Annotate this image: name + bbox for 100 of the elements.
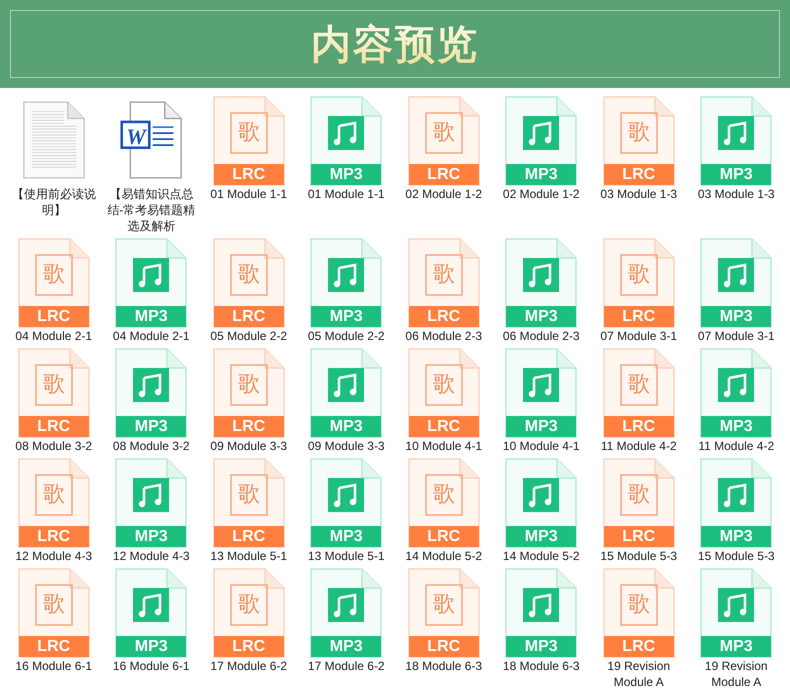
audio-file-icon[interactable]	[700, 458, 772, 548]
lyrics-file-icon[interactable]	[18, 568, 90, 658]
lyrics-glyph: 歌	[628, 483, 650, 505]
lyrics-file-icon[interactable]	[212, 568, 285, 658]
audio-file-icon[interactable]	[115, 568, 188, 658]
lyrics-file-icon[interactable]	[602, 568, 675, 658]
audio-file-icon[interactable]	[310, 568, 382, 658]
audio-file-icon[interactable]	[505, 568, 578, 658]
file-name: 16 Module 6-1	[14, 658, 94, 674]
lyrics-file-icon[interactable]	[408, 568, 480, 658]
file-type-label: MP3	[330, 308, 363, 326]
file-type-label: LRC	[622, 638, 656, 656]
lyrics-file-icon[interactable]	[602, 238, 675, 328]
lyrics-glyph: 歌	[432, 593, 455, 615]
file-type-label: MP3	[720, 418, 753, 436]
lyrics-file-icon[interactable]	[212, 96, 285, 186]
file-type-label: MP3	[524, 528, 558, 546]
file-type-label: MP3	[330, 418, 363, 436]
lyrics-glyph: 歌	[42, 593, 65, 615]
file-type-label: LRC	[37, 638, 70, 656]
file-type-label: MP3	[524, 418, 558, 436]
file-type-label: LRC	[622, 166, 656, 184]
lyrics-file-icon[interactable]	[602, 96, 675, 186]
lyrics-glyph: 歌	[432, 373, 455, 395]
lyrics-glyph: 歌	[238, 263, 260, 285]
file-type-label: LRC	[427, 308, 460, 326]
lyrics-file-icon[interactable]	[18, 458, 90, 548]
lyrics-file-icon[interactable]	[408, 348, 480, 438]
file-name: 06 Module 2-3	[404, 328, 484, 344]
audio-file-icon[interactable]	[115, 348, 188, 438]
text-file-icon[interactable]	[22, 100, 85, 180]
word-glyph: W	[126, 126, 146, 148]
file-type-label: LRC	[232, 308, 266, 326]
file-name: 03 Module 1-3	[599, 186, 678, 202]
lyrics-file-icon[interactable]	[212, 348, 285, 438]
file-name: 01 Module 1-1	[306, 186, 386, 202]
lyrics-file-icon[interactable]	[408, 96, 480, 186]
file-name: 03 Module 1-3	[696, 186, 776, 202]
audio-file-icon[interactable]	[310, 348, 382, 438]
audio-file-icon[interactable]	[505, 238, 578, 328]
file-type-label: LRC	[232, 638, 266, 656]
file-name: 【使用前必读说明】	[10, 186, 97, 218]
lyrics-glyph: 歌	[432, 483, 455, 505]
lyrics-glyph: 歌	[432, 121, 455, 143]
audio-file-icon[interactable]	[115, 238, 188, 328]
file-type-label: LRC	[232, 166, 266, 184]
audio-file-icon[interactable]	[115, 458, 188, 548]
file-name: 12 Module 4-3	[14, 548, 94, 564]
file-name: 17 Module 6-2	[209, 658, 288, 674]
file-name: 09 Module 3-3	[209, 438, 288, 454]
lyrics-file-icon[interactable]	[408, 238, 480, 328]
file-type-label: MP3	[330, 638, 363, 656]
document-file-icon[interactable]	[120, 100, 182, 180]
lyrics-file-icon[interactable]	[18, 238, 90, 328]
file-type-label: LRC	[622, 308, 656, 326]
lyrics-file-icon[interactable]	[212, 458, 285, 548]
file-type-label: MP3	[524, 166, 558, 184]
file-name: 18 Module 6-3	[404, 658, 484, 674]
lyrics-file-icon[interactable]	[408, 458, 480, 548]
audio-file-icon[interactable]	[700, 568, 772, 658]
file-name: 15 Module 5-3	[696, 548, 776, 564]
file-name: 08 Module 3-2	[14, 438, 94, 454]
file-type-label: LRC	[427, 166, 460, 184]
lyrics-glyph: 歌	[238, 483, 260, 505]
file-type-label: MP3	[524, 308, 558, 326]
file-name: 10 Module 4-1	[502, 438, 581, 454]
lyrics-glyph: 歌	[628, 263, 650, 285]
file-name: 02 Module 1-2	[404, 186, 484, 202]
file-name: 11 Module 4-2	[697, 438, 776, 454]
lyrics-file-icon[interactable]	[602, 458, 675, 548]
file-type-label: LRC	[622, 418, 656, 436]
audio-file-icon[interactable]	[700, 96, 772, 186]
file-name: 05 Module 2-2	[306, 328, 386, 344]
lyrics-glyph: 歌	[42, 373, 65, 395]
lyrics-glyph: 歌	[238, 593, 260, 615]
lyrics-glyph: 歌	[432, 263, 455, 285]
audio-file-icon[interactable]	[310, 458, 382, 548]
file-type-label: LRC	[232, 528, 266, 546]
lyrics-file-icon[interactable]	[212, 238, 285, 328]
file-type-label: MP3	[524, 638, 558, 656]
audio-file-icon[interactable]	[700, 238, 772, 328]
file-name: 13 Module 5-1	[209, 548, 288, 564]
audio-file-icon[interactable]	[310, 238, 382, 328]
file-name: 05 Module 2-2	[209, 328, 288, 344]
file-type-label: LRC	[37, 308, 70, 326]
file-name: 08 Module 3-2	[112, 438, 191, 454]
lyrics-file-icon[interactable]	[602, 348, 675, 438]
audio-file-icon[interactable]	[505, 458, 578, 548]
file-type-label: MP3	[720, 528, 753, 546]
lyrics-glyph: 歌	[42, 483, 65, 505]
file-type-label: LRC	[427, 528, 460, 546]
file-name: 04 Module 2-1	[112, 328, 191, 344]
audio-file-icon[interactable]	[310, 96, 382, 186]
audio-file-icon[interactable]	[700, 348, 772, 438]
lyrics-file-icon[interactable]	[18, 348, 90, 438]
audio-file-icon[interactable]	[505, 348, 578, 438]
file-type-label: LRC	[427, 418, 460, 436]
file-name: 07 Module 3-1	[696, 328, 776, 344]
file-name: 01 Module 1-1	[209, 186, 288, 202]
audio-file-icon[interactable]	[505, 96, 578, 186]
